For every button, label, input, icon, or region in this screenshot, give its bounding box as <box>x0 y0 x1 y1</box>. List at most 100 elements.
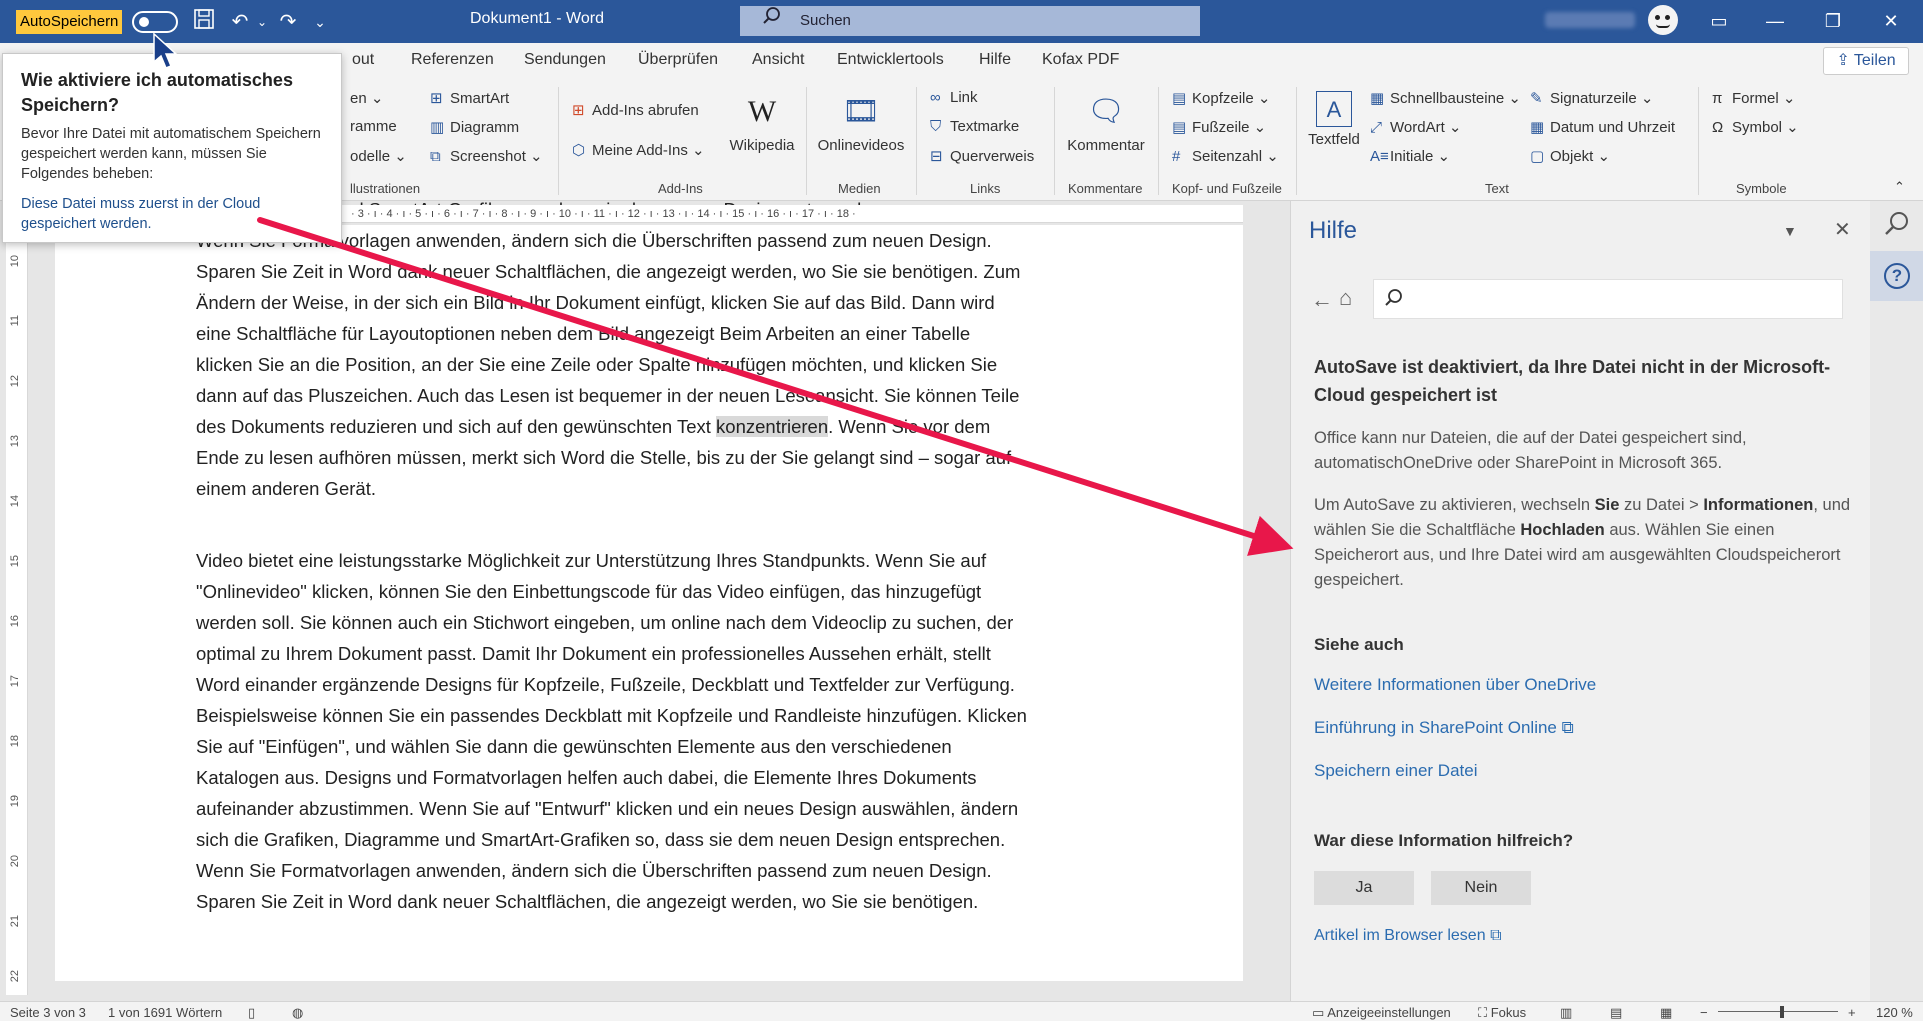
proofing-icon[interactable]: ▯ <box>248 1005 255 1021</box>
link-button[interactable]: ∞ Link <box>930 89 978 106</box>
tab-layout[interactable]: out <box>352 51 374 69</box>
help-pane: Hilfe ▼ ✕ ← ⌂ AutoSave ist deaktiviert, … <box>1290 201 1870 1001</box>
accessibility-icon[interactable]: ◍ <box>292 1005 303 1021</box>
text-fragment: des Dokuments reduzieren und sich auf de… <box>196 416 717 437</box>
read-mode-icon[interactable]: ▥ <box>1560 1005 1572 1021</box>
pane-options-icon[interactable]: ▼ <box>1783 223 1797 239</box>
3d-models-button[interactable]: odelle ⌄ <box>350 147 407 165</box>
bookmark-button[interactable]: ⛉ Textmarke <box>930 118 1019 135</box>
help-tab[interactable]: ? <box>1870 251 1923 301</box>
my-addins-button[interactable]: ⬡ Meine Add-Ins ⌄ <box>572 141 705 159</box>
share-button[interactable]: ⇪ Teilen <box>1823 47 1909 75</box>
smartart-button[interactable]: ⊞ SmartArt <box>430 89 509 107</box>
diagramm-button[interactable]: ▥ Diagramm <box>430 118 519 136</box>
shapes-button[interactable]: en ⌄ <box>350 89 383 107</box>
zoom-out-icon[interactable]: − <box>1700 1005 1708 1020</box>
get-addins-button[interactable]: ⊞ Add-Ins abrufen <box>572 101 699 119</box>
browser-link[interactable]: Artikel im Browser lesen ⧉ <box>1314 927 1502 945</box>
zoom-level[interactable]: 120 % <box>1876 1005 1913 1020</box>
help-icon: ? <box>1884 263 1910 289</box>
search-icon <box>762 6 786 37</box>
text-line: Beispielsweise können Sie ein passendes … <box>196 705 1027 726</box>
tab-sendungen[interactable]: Sendungen <box>524 51 606 69</box>
ruler-number: 15 <box>9 555 21 568</box>
no-button[interactable]: Nein <box>1431 871 1531 905</box>
word-count[interactable]: 1 von 1691 Wörtern <box>108 1005 222 1020</box>
display-settings[interactable]: ▭ Anzeigeeinstellungen <box>1312 1005 1451 1021</box>
text-line: eine Schaltfläche für Layoutoptionen neb… <box>196 323 971 344</box>
focus-mode[interactable]: ⛶ Fokus <box>1478 1005 1526 1021</box>
avatar[interactable] <box>1648 5 1678 35</box>
icons-button[interactable]: ramme <box>350 118 397 135</box>
search-icon[interactable] <box>1882 211 1912 241</box>
close-pane-icon[interactable]: ✕ <box>1834 217 1851 242</box>
header-button[interactable]: ▤ Kopfzeile ⌄ <box>1172 89 1270 107</box>
wordart-button[interactable]: ⤢ WordArt ⌄ <box>1370 118 1461 136</box>
zoom-in-icon[interactable]: + <box>1848 1005 1856 1020</box>
textbox-button[interactable]: A Textfeld <box>1304 91 1364 148</box>
signature-line-button[interactable]: ✎ Signaturzeile ⌄ <box>1530 89 1653 107</box>
addins-abrufen-label: Add-Ins abrufen <box>592 102 699 119</box>
focus-icon: ⛶ <box>1478 1005 1491 1020</box>
search-box[interactable]: Suchen <box>740 6 1200 36</box>
equation-button[interactable]: π Formel ⌄ <box>1712 89 1795 107</box>
ruler-number: 16 <box>9 615 21 628</box>
popup-cloud-link[interactable]: Diese Datei muss zuerst in der Cloud ges… <box>21 194 321 234</box>
online-videos-button[interactable]: 🎞 Onlinevideos <box>814 91 908 154</box>
drop-cap-button[interactable]: A≡Initiale ⌄ <box>1370 147 1450 165</box>
restore-icon[interactable]: ❐ <box>1810 0 1856 43</box>
tab-ansicht[interactable]: Ansicht <box>752 51 804 69</box>
tab-entwicklertools[interactable]: Entwicklertools <box>837 51 944 69</box>
footer-button[interactable]: ▤ Fußzeile ⌄ <box>1172 118 1266 136</box>
date-time-button[interactable]: ▦ Datum und Uhrzeit <box>1530 118 1675 136</box>
save-file-link[interactable]: Speichern einer Datei <box>1314 761 1477 781</box>
zoom-slider[interactable] <box>1718 1011 1838 1012</box>
help-heading: AutoSave ist deaktiviert, da Ihre Datei … <box>1314 357 1831 405</box>
yes-button[interactable]: Ja <box>1314 871 1414 905</box>
page-number-button[interactable]: # Seitenzahl ⌄ <box>1172 147 1279 165</box>
tab-hilfe[interactable]: Hilfe <box>979 51 1011 69</box>
text-fragment: . Wenn Sie vor dem <box>828 416 991 437</box>
minimize-icon[interactable]: — <box>1752 0 1798 43</box>
save-icon[interactable] <box>190 8 218 36</box>
collapse-ribbon-icon[interactable]: ⌃ <box>1894 179 1905 195</box>
undo-dropdown-icon[interactable]: ⌄ <box>248 8 276 36</box>
close-icon[interactable]: ✕ <box>1868 0 1914 43</box>
autosave-toggle[interactable] <box>132 11 178 33</box>
back-arrow-icon[interactable]: ← <box>1311 287 1333 313</box>
quick-parts-button[interactable]: ▦ Schnellbausteine ⌄ <box>1370 89 1521 107</box>
ribbon-display-icon[interactable]: ▭ <box>1696 0 1742 43</box>
text-line: Sie auf "Einfügen", und wählen Sie dann … <box>196 736 952 757</box>
group-kopf-fuss: Kopf- und Fußzeile <box>1172 181 1282 196</box>
querverweis-label: Querverweis <box>950 148 1035 165</box>
comment-icon: 🗨 <box>1086 95 1126 128</box>
addins-store-icon: ⊞ <box>572 102 585 119</box>
autosave-label[interactable]: AutoSpeichern <box>16 10 123 34</box>
print-layout-icon[interactable]: ▤ <box>1610 1005 1622 1021</box>
group-symbole: Symbole <box>1736 181 1787 196</box>
tab-referenzen[interactable]: Referenzen <box>411 51 494 69</box>
wikipedia-button[interactable]: W Wikipedia <box>722 91 802 154</box>
customize-icon[interactable]: ⌄ <box>306 8 334 36</box>
help-search-input[interactable] <box>1373 279 1843 319</box>
sharepoint-link[interactable]: Einführung in SharePoint Online ⧉ <box>1314 718 1574 738</box>
vertical-ruler[interactable]: 10 11 12 13 14 15 16 17 18 19 20 21 22 <box>6 225 28 995</box>
onedrive-link[interactable]: Weitere Informationen über OneDrive <box>1314 675 1596 695</box>
page-indicator[interactable]: Seite 3 von 3 <box>10 1005 86 1020</box>
redo-icon[interactable]: ↷ <box>274 8 302 36</box>
tab-kofax-pdf[interactable]: Kofax PDF <box>1042 51 1119 69</box>
diagramm-label: Diagramm <box>450 119 520 136</box>
screenshot-button[interactable]: ⧉ Screenshot ⌄ <box>430 147 543 165</box>
web-layout-icon[interactable]: ▦ <box>1660 1005 1672 1021</box>
zoom-slider-thumb[interactable] <box>1780 1006 1784 1018</box>
symbol-button[interactable]: Ω Symbol ⌄ <box>1712 118 1799 136</box>
document-page[interactable]: und Diagramme und SmartArt-Grafiken so, … <box>55 199 1243 981</box>
comment-button[interactable]: 🗨 Kommentar <box>1062 91 1150 154</box>
object-button[interactable]: ▢ Objekt ⌄ <box>1530 147 1610 165</box>
ruler-number: 11 <box>9 315 21 327</box>
tab-ueberpruefen[interactable]: Überprüfen <box>638 51 718 69</box>
chart-icon: ▥ <box>430 119 445 136</box>
toggle-knob <box>139 17 149 27</box>
cross-reference-button[interactable]: ⊟ Querverweis <box>930 147 1034 165</box>
home-icon[interactable]: ⌂ <box>1339 285 1352 311</box>
